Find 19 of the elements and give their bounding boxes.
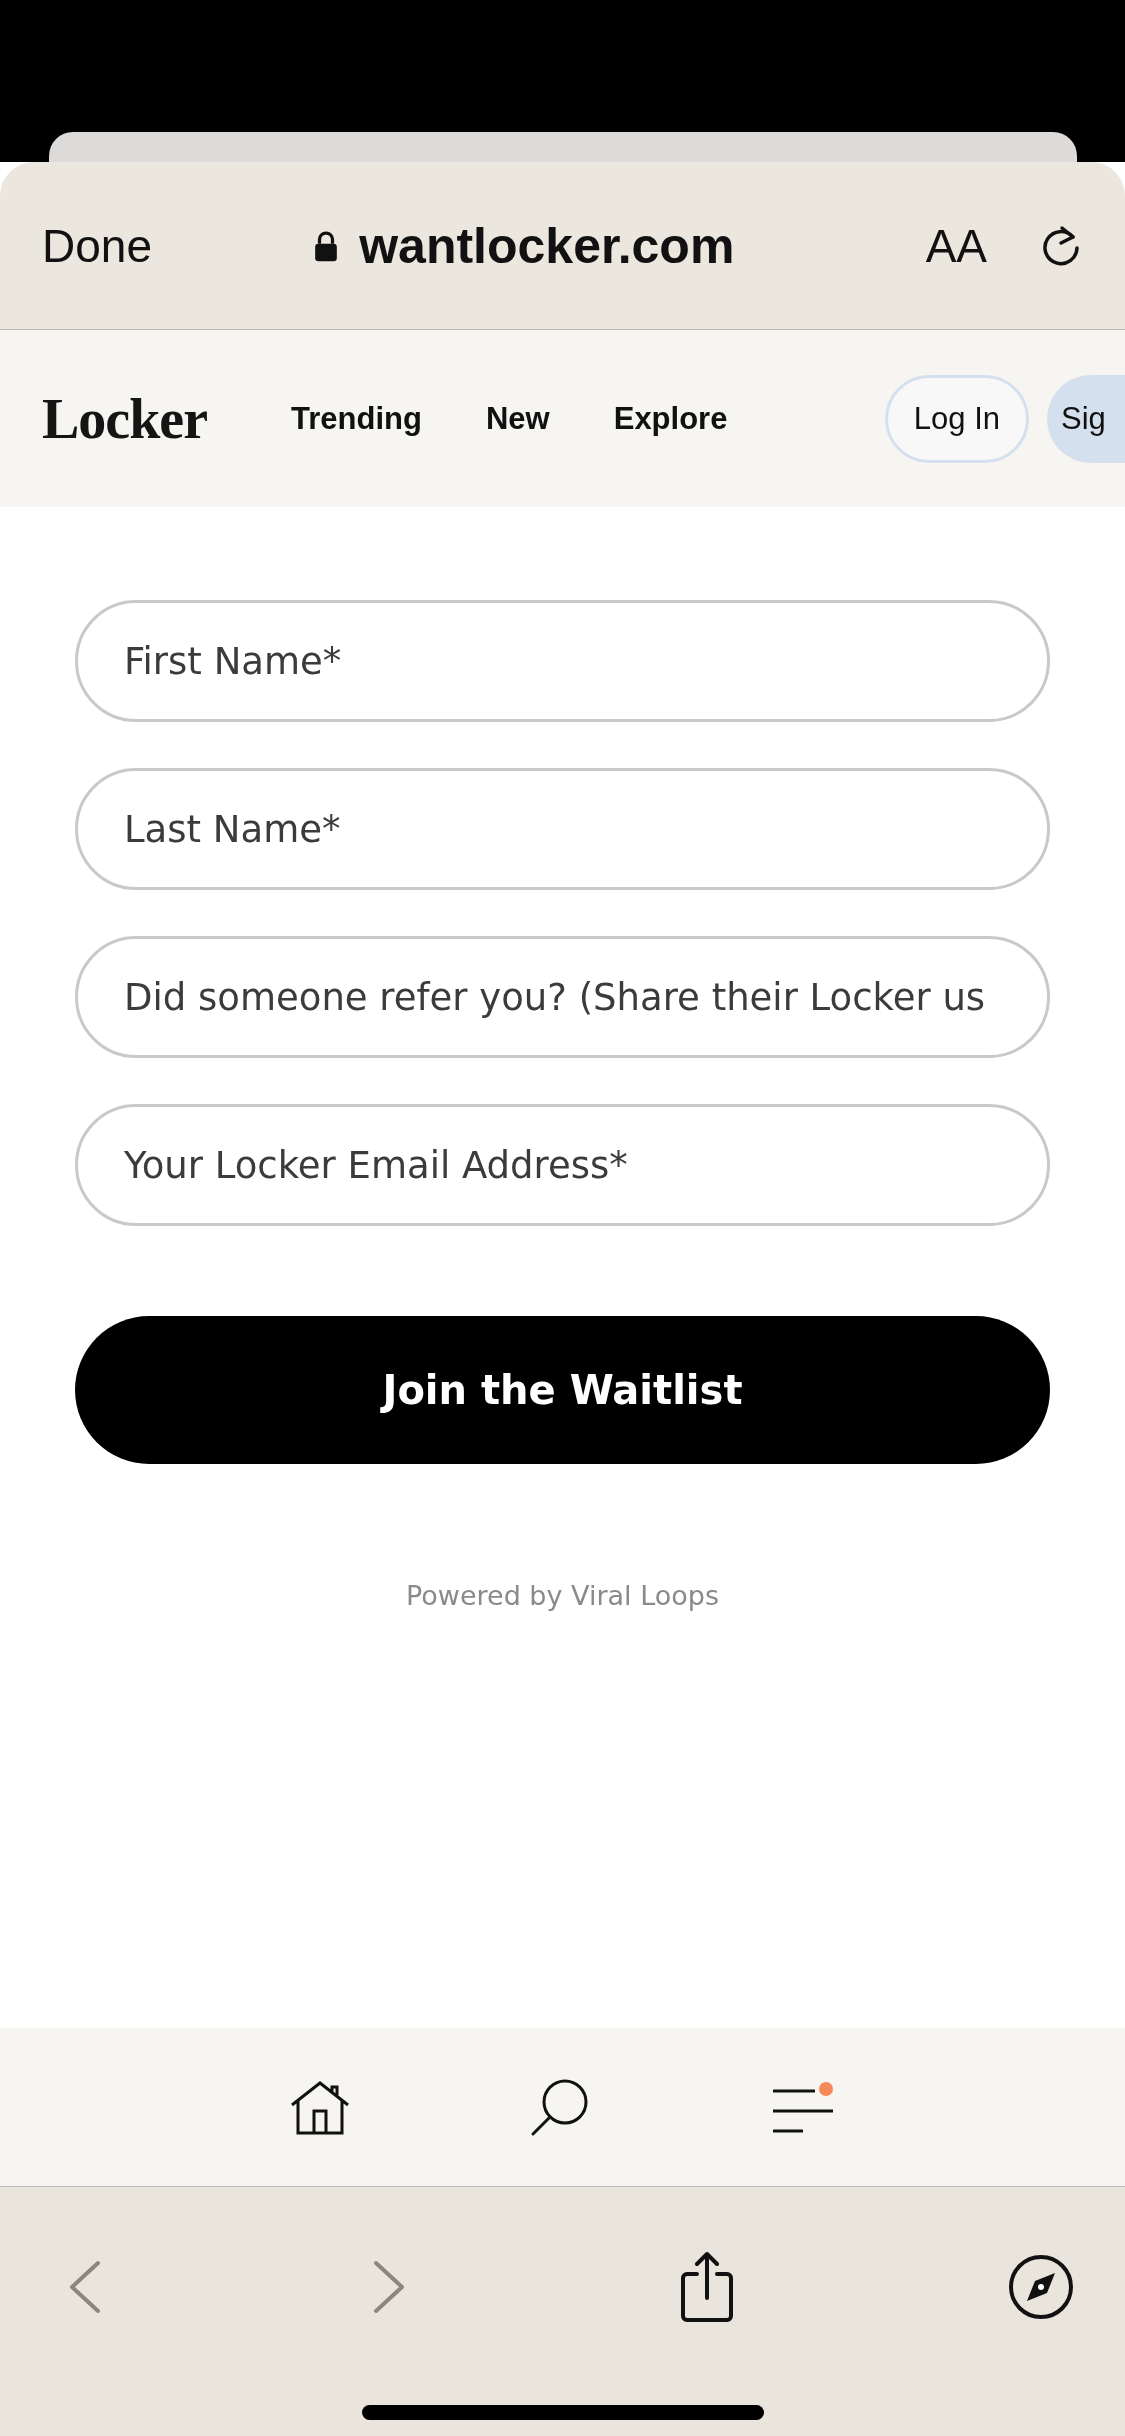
nav-link[interactable]: Trending [291, 400, 422, 437]
logo[interactable]: Locker [42, 386, 208, 451]
text-size-button[interactable]: AA [925, 218, 987, 273]
signup-button[interactable]: Sig [1047, 374, 1125, 463]
done-button[interactable]: Done [42, 218, 152, 273]
nav-link[interactable]: New [485, 400, 550, 437]
nav-link[interactable]: Explore [613, 400, 728, 437]
powered-by-text: Powered by Viral Loops [406, 1580, 719, 1611]
input-field[interactable]: Did someone refer you? (Share their Locker us [75, 936, 1050, 1058]
home-icon[interactable] [290, 2079, 351, 2135]
login-button[interactable]: Log In [884, 374, 1029, 463]
input-field[interactable]: First Name* [75, 600, 1050, 722]
compass-icon[interactable] [1007, 2253, 1075, 2321]
input-field[interactable]: Last Name* [75, 768, 1050, 890]
join-waitlist-button[interactable]: Join the Waitlist [75, 1316, 1050, 1464]
input-field[interactable]: Your Locker Email Address* [75, 1104, 1050, 1226]
lock-icon [313, 228, 340, 263]
menu-icon[interactable] [770, 2079, 835, 2135]
address-text[interactable]: wantlocker.com [359, 216, 735, 275]
